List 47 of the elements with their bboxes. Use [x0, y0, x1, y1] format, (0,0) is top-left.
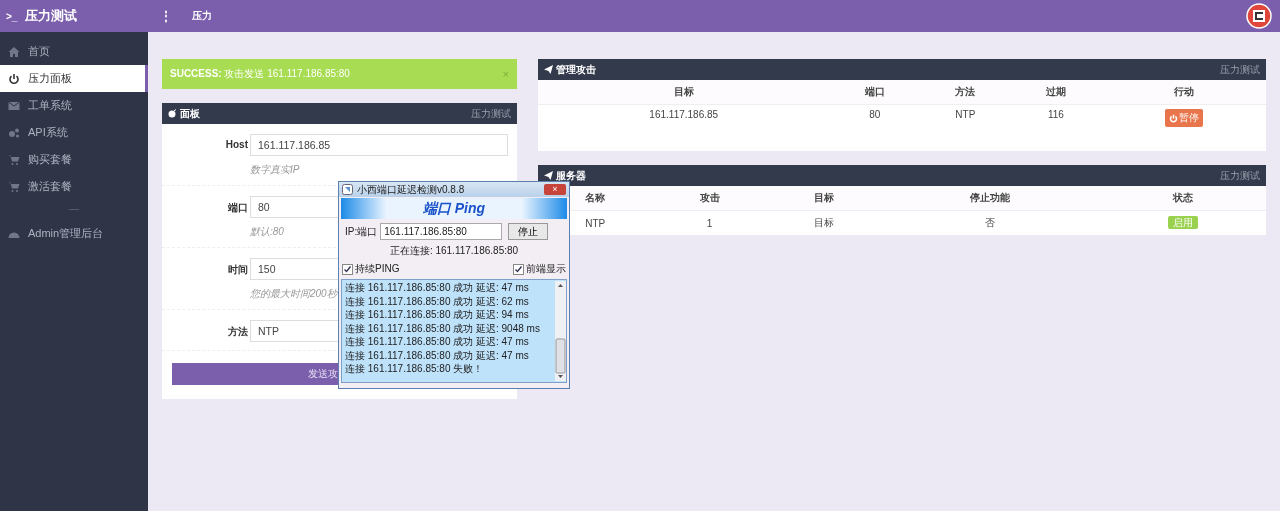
column-header: 攻击: [699, 192, 720, 203]
app-title: 压力测试: [25, 7, 78, 25]
panel-tag: 压力测试: [471, 106, 511, 121]
log-line: 连接 161.117.186.85:80 成功 延迟: 62 ms: [345, 294, 529, 308]
column-header: 名称: [585, 192, 606, 203]
page-title: 压力: [192, 9, 212, 23]
status-label: 启用: [1167, 216, 1198, 229]
panel-title: 面板: [180, 106, 200, 121]
logo-prompt: >_: [6, 10, 18, 22]
field-hint: 数字真实IP: [250, 163, 300, 177]
status-text: 正在连接: 161.117.186.85:80: [388, 244, 520, 258]
checkbox-label: 持续PING: [355, 262, 400, 276]
field-label: 时间: [227, 263, 248, 277]
banner-title: 端口 Ping: [422, 199, 486, 218]
checkbox-label: 前端显示: [526, 262, 566, 276]
column-header: 停止功能: [970, 192, 1011, 203]
panel-title: 服务器: [556, 168, 586, 183]
field-label: Host: [224, 139, 248, 152]
field-hint: 默认:80: [250, 225, 284, 239]
field-label: IP:端口: [345, 224, 378, 239]
field-label: 端口: [227, 201, 248, 215]
column-header: 端口: [864, 86, 885, 97]
log-line: 连接 161.117.186.85:80 成功 延迟: 47 ms: [345, 348, 529, 362]
column-header: 行动: [1173, 86, 1194, 97]
log-line: 连接 161.117.186.85:80 成功 延迟: 47 ms: [345, 281, 529, 295]
panel-title: 管理攻击: [556, 62, 596, 77]
field-hint: 您的最大时间200秒: [250, 287, 337, 301]
table-cell: 161.117.186.85: [649, 109, 719, 120]
table-cell: 否: [985, 217, 996, 228]
column-header: 过期: [1045, 86, 1066, 97]
table-cell: NTP: [585, 217, 606, 229]
table-cell: 116: [1047, 109, 1064, 120]
panel-tag: 压力测试: [1220, 168, 1260, 183]
column-header: 目标: [673, 86, 694, 97]
table-cell: 目标: [813, 217, 834, 228]
alert-message: SUCCESS: 攻击发送 161.117.186.85:80: [170, 67, 350, 81]
field-label: 方法: [227, 325, 248, 339]
panel-tag: 压力测试: [1220, 62, 1260, 77]
table-cell: 1: [706, 217, 713, 229]
column-header: 目标: [813, 192, 834, 203]
column-header: 方法: [955, 86, 976, 97]
log-line: 连接 161.117.186.85:80 失败！: [345, 362, 484, 376]
column-header: 状态: [1172, 192, 1193, 203]
log-line: 连接 161.117.186.85:80 成功 延迟: 94 ms: [345, 308, 529, 322]
window-title: 小西端口延迟检测v0.8.8: [357, 182, 465, 197]
table-cell: 80: [869, 109, 881, 120]
table-cell: NTP: [955, 109, 976, 120]
